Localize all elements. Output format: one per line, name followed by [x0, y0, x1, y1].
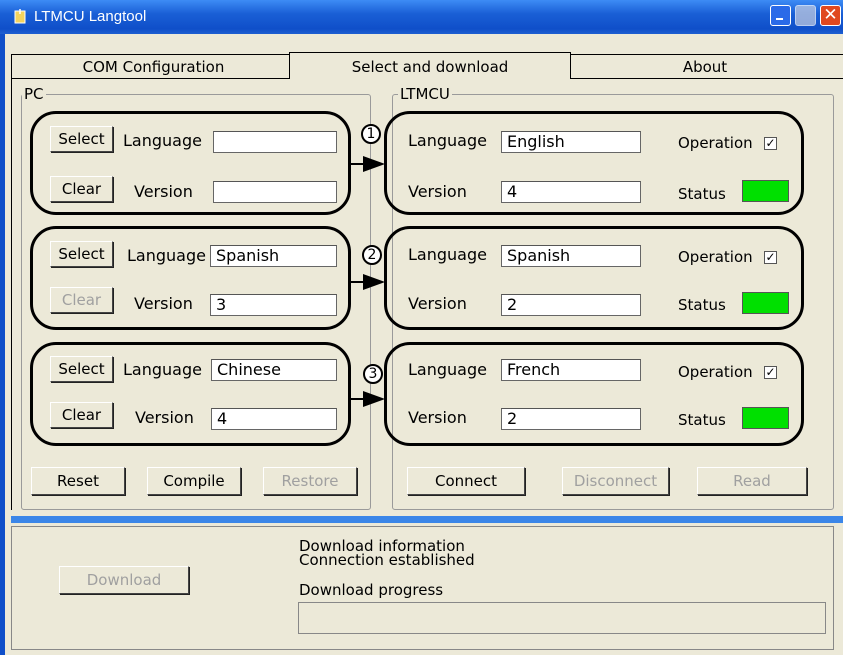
- close-icon: ✕: [823, 5, 838, 25]
- pc-language-field-3[interactable]: Chinese: [211, 359, 337, 381]
- download-progress-label: Download progress: [299, 581, 444, 599]
- arrow-head-icon: [363, 391, 385, 407]
- language-label-2: Language: [127, 246, 206, 265]
- separator-bar: [11, 516, 843, 523]
- connect-button[interactable]: Connect: [407, 467, 525, 495]
- ltmcu-language-label-1: Language: [408, 131, 487, 150]
- pc-version-field-3[interactable]: 4: [211, 408, 337, 430]
- operation-label-3: Operation: [678, 363, 753, 381]
- checkmark-icon: ✓: [765, 365, 776, 379]
- version-label-1: Version: [134, 182, 193, 201]
- download-button[interactable]: Download: [59, 566, 189, 594]
- read-button[interactable]: Read: [697, 467, 807, 495]
- status-label-1: Status: [678, 185, 726, 203]
- reset-button[interactable]: Reset: [31, 467, 125, 495]
- pc-version-field-2[interactable]: 3: [210, 294, 337, 316]
- ltmcu-group-label: LTMCU: [398, 85, 452, 103]
- ltmcu-slot-3: [384, 342, 804, 446]
- connection-status-text: Connection established: [299, 551, 475, 569]
- restore-button[interactable]: Restore: [263, 467, 357, 495]
- operation-checkbox-2[interactable]: ✓: [764, 251, 777, 264]
- ltmcu-language-field-1: English: [501, 131, 641, 153]
- close-button[interactable]: ✕: [820, 5, 841, 26]
- arrow-head-icon: [363, 274, 385, 290]
- select-button-1[interactable]: Select: [50, 126, 113, 152]
- clear-button-2[interactable]: Clear: [50, 287, 113, 313]
- checkmark-icon: ✓: [765, 250, 776, 264]
- ltmcu-version-field-3: 2: [501, 408, 641, 430]
- slot-number-1: 1: [361, 124, 381, 144]
- clear-button-1[interactable]: Clear: [50, 176, 113, 202]
- download-progress-bar: [298, 602, 826, 634]
- arrow-head-icon: [363, 156, 385, 172]
- ltmcu-language-label-3: Language: [408, 360, 487, 379]
- operation-label-2: Operation: [678, 248, 753, 266]
- ltmcu-language-field-2: Spanish: [501, 245, 641, 267]
- tab-com-configuration[interactable]: COM Configuration: [11, 54, 296, 78]
- status-indicator-3: [742, 407, 789, 429]
- pc-version-field-1[interactable]: [213, 181, 337, 203]
- version-label-2: Version: [134, 294, 193, 313]
- pc-language-field-2[interactable]: Spanish: [210, 245, 337, 267]
- status-indicator-2: [742, 292, 789, 314]
- ltmcu-version-label-2: Version: [408, 294, 467, 313]
- window-title: LTMCU Langtool: [34, 8, 147, 25]
- operation-checkbox-1[interactable]: ✓: [764, 137, 777, 150]
- pc-group-label: PC: [22, 85, 46, 103]
- ltmcu-version-field-2: 2: [501, 294, 641, 316]
- operation-checkbox-3[interactable]: ✓: [764, 366, 777, 379]
- minimize-icon: [776, 18, 783, 20]
- status-label-2: Status: [678, 296, 726, 314]
- disconnect-button[interactable]: Disconnect: [562, 467, 669, 495]
- ltmcu-version-label-3: Version: [408, 408, 467, 427]
- ltmcu-version-field-1: 4: [501, 181, 641, 203]
- compile-button[interactable]: Compile: [147, 467, 241, 495]
- app-icon: [14, 9, 26, 24]
- select-button-3[interactable]: Select: [50, 356, 113, 382]
- language-label-1: Language: [123, 131, 202, 150]
- minimize-button[interactable]: [770, 5, 791, 26]
- status-label-3: Status: [678, 411, 726, 429]
- checkmark-icon: ✓: [765, 136, 776, 150]
- maximize-button: [795, 5, 816, 26]
- pc-language-field-1[interactable]: [213, 131, 337, 153]
- tab-about[interactable]: About: [566, 54, 843, 78]
- clear-button-3[interactable]: Clear: [50, 402, 113, 428]
- version-label-3: Version: [135, 408, 194, 427]
- slot-number-2: 2: [362, 245, 382, 265]
- slot-number-3: 3: [363, 364, 383, 384]
- operation-label-1: Operation: [678, 134, 753, 152]
- select-button-2[interactable]: Select: [50, 241, 113, 267]
- window-frame: [0, 34, 5, 655]
- ltmcu-version-label-1: Version: [408, 182, 467, 201]
- tab-select-and-download[interactable]: Select and download: [289, 52, 571, 79]
- status-indicator-1: [742, 180, 789, 202]
- ltmcu-language-label-2: Language: [408, 245, 487, 264]
- language-label-3: Language: [123, 360, 202, 379]
- ltmcu-language-field-3: French: [501, 359, 641, 381]
